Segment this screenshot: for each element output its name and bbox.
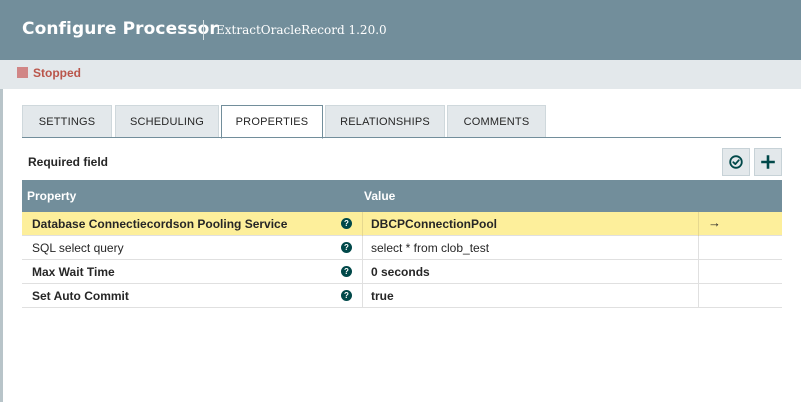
processor-type-version: ExtractOracleRecord 1.20.0 bbox=[216, 23, 387, 37]
column-divider bbox=[362, 236, 363, 260]
column-divider bbox=[698, 212, 699, 236]
required-field-label: Required field bbox=[28, 155, 109, 169]
help-icon[interactable]: ? bbox=[341, 266, 352, 277]
column-divider bbox=[698, 284, 699, 308]
tab-properties[interactable]: PROPERTIES bbox=[221, 105, 323, 139]
tab-underline bbox=[22, 137, 781, 138]
column-divider bbox=[362, 260, 363, 284]
tab-relationships[interactable]: RELATIONSHIPS bbox=[325, 105, 445, 138]
help-icon[interactable]: ? bbox=[341, 290, 352, 301]
table-row[interactable]: Max Wait Time ? 0 seconds bbox=[22, 260, 782, 284]
column-divider bbox=[362, 212, 363, 236]
dialog-title: Configure Processor bbox=[22, 19, 218, 39]
title-divider bbox=[203, 20, 204, 40]
stopped-icon bbox=[17, 67, 28, 78]
table-header: Property Value bbox=[22, 180, 782, 212]
table-row[interactable]: SQL select query ? select * from clob_te… bbox=[22, 236, 782, 260]
property-name: SQL select query bbox=[32, 241, 124, 255]
column-header-property: Property bbox=[27, 189, 77, 203]
arrow-right-icon[interactable]: → bbox=[708, 215, 721, 230]
check-circle-icon bbox=[729, 155, 743, 169]
plus-icon bbox=[761, 155, 775, 169]
help-icon[interactable]: ? bbox=[341, 242, 352, 253]
property-value[interactable]: DBCPConnectionPool bbox=[371, 217, 497, 231]
property-name: Max Wait Time bbox=[32, 265, 115, 279]
property-name: Database Connectiecordson Pooling Servic… bbox=[32, 217, 288, 231]
dialog-header: Configure Processor ExtractOracleRecord … bbox=[0, 0, 801, 60]
property-name: Set Auto Commit bbox=[32, 289, 129, 303]
table-row[interactable]: Database Connectiecordson Pooling Servic… bbox=[22, 212, 782, 236]
column-divider bbox=[698, 236, 699, 260]
column-header-value: Value bbox=[364, 189, 396, 203]
run-status-label: Stopped bbox=[33, 66, 81, 80]
configure-processor-dialog: Configure Processor ExtractOracleRecord … bbox=[0, 0, 801, 402]
property-value[interactable]: select * from clob_test bbox=[371, 241, 489, 255]
add-property-button[interactable] bbox=[754, 148, 782, 176]
tab-comments[interactable]: COMMENTS bbox=[447, 105, 546, 138]
tab-scheduling[interactable]: SCHEDULING bbox=[115, 105, 219, 138]
tab-settings[interactable]: SETTINGS bbox=[22, 105, 112, 138]
property-value[interactable]: true bbox=[371, 289, 394, 303]
verify-properties-button[interactable] bbox=[722, 148, 750, 176]
table-row[interactable]: Set Auto Commit ? true bbox=[22, 284, 782, 308]
status-bar: Stopped bbox=[0, 60, 801, 89]
column-divider bbox=[698, 260, 699, 284]
column-divider bbox=[362, 284, 363, 308]
properties-table: Property Value Database Connectiecordson… bbox=[22, 180, 782, 308]
property-value[interactable]: 0 seconds bbox=[371, 265, 430, 279]
help-icon[interactable]: ? bbox=[341, 218, 352, 229]
